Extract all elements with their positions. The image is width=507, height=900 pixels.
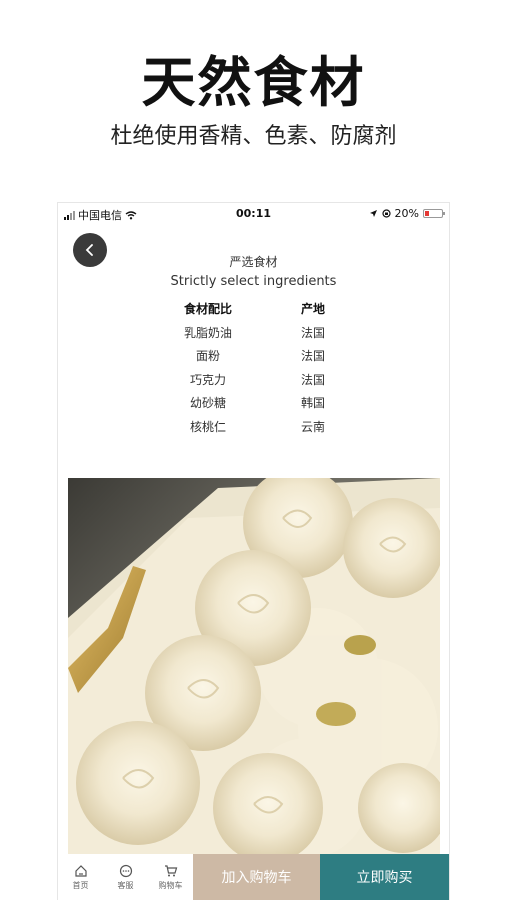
table-row: 幼砂糖 韩国: [148, 391, 358, 415]
nav-service[interactable]: 客服: [103, 854, 148, 900]
add-to-cart-button[interactable]: 加入购物车: [193, 854, 320, 900]
table-row: 巧克力 法国: [148, 368, 358, 392]
status-right: 20%: [369, 207, 445, 220]
ingredient-name: 面粉: [195, 349, 220, 364]
phone-screenshot: 中国电信 00:11 20% 严选食材 Strictly select ingr: [57, 202, 450, 900]
table-row: 乳脂奶油 法国: [148, 321, 358, 345]
ingredient-table: 食材配比 产地 乳脂奶油 法国 面粉 法国 巧克力 法国 幼砂糖 韩国 核桃仁 …: [148, 297, 358, 438]
nav-home-label: 首页: [72, 880, 89, 890]
nav-cart[interactable]: 购物车: [148, 854, 193, 900]
promo-headline: 天然食材: [141, 51, 366, 114]
buy-now-button[interactable]: 立即购买: [320, 854, 449, 900]
ingredient-origin: 法国: [300, 325, 325, 340]
table-header: 食材配比 产地: [148, 297, 358, 321]
ingredient-name: 核桃仁: [189, 419, 226, 434]
section-title: 严选食材: [229, 255, 278, 269]
header-origin: 产地: [300, 302, 325, 317]
lock-rotation-icon: [381, 209, 391, 218]
chat-icon: [119, 864, 132, 877]
ingredient-name: 乳脂奶油: [183, 325, 232, 340]
status-bar: 中国电信 00:11 20%: [58, 203, 449, 225]
cake-photo: [68, 478, 440, 856]
nav-service-label: 客服: [117, 880, 134, 890]
cake-illustration: [68, 478, 440, 856]
nav-home[interactable]: 首页: [58, 854, 103, 900]
header-ingredient: 食材配比: [183, 302, 232, 317]
bottom-action-bar: 首页 客服 购物车 加入购物车 立即购买: [58, 854, 449, 900]
home-icon: [74, 864, 87, 877]
ingredient-origin: 云南: [300, 419, 325, 434]
section-subtitle: Strictly select ingredients: [170, 274, 337, 289]
ingredient-origin: 韩国: [300, 396, 325, 411]
battery-label: 20%: [394, 207, 419, 220]
location-icon: [369, 210, 377, 217]
ingredient-origin: 法国: [300, 372, 325, 387]
nav-cart-label: 购物车: [158, 880, 183, 890]
battery-icon: [423, 209, 445, 218]
promo-subline: 杜绝使用香精、色素、防腐剂: [110, 124, 397, 149]
ingredient-origin: 法国: [300, 349, 325, 364]
table-row: 面粉 法国: [148, 344, 358, 368]
cart-icon: [164, 864, 177, 876]
ingredient-name: 幼砂糖: [189, 396, 226, 411]
ingredient-name: 巧克力: [189, 372, 226, 387]
table-row: 核桃仁 云南: [148, 415, 358, 439]
